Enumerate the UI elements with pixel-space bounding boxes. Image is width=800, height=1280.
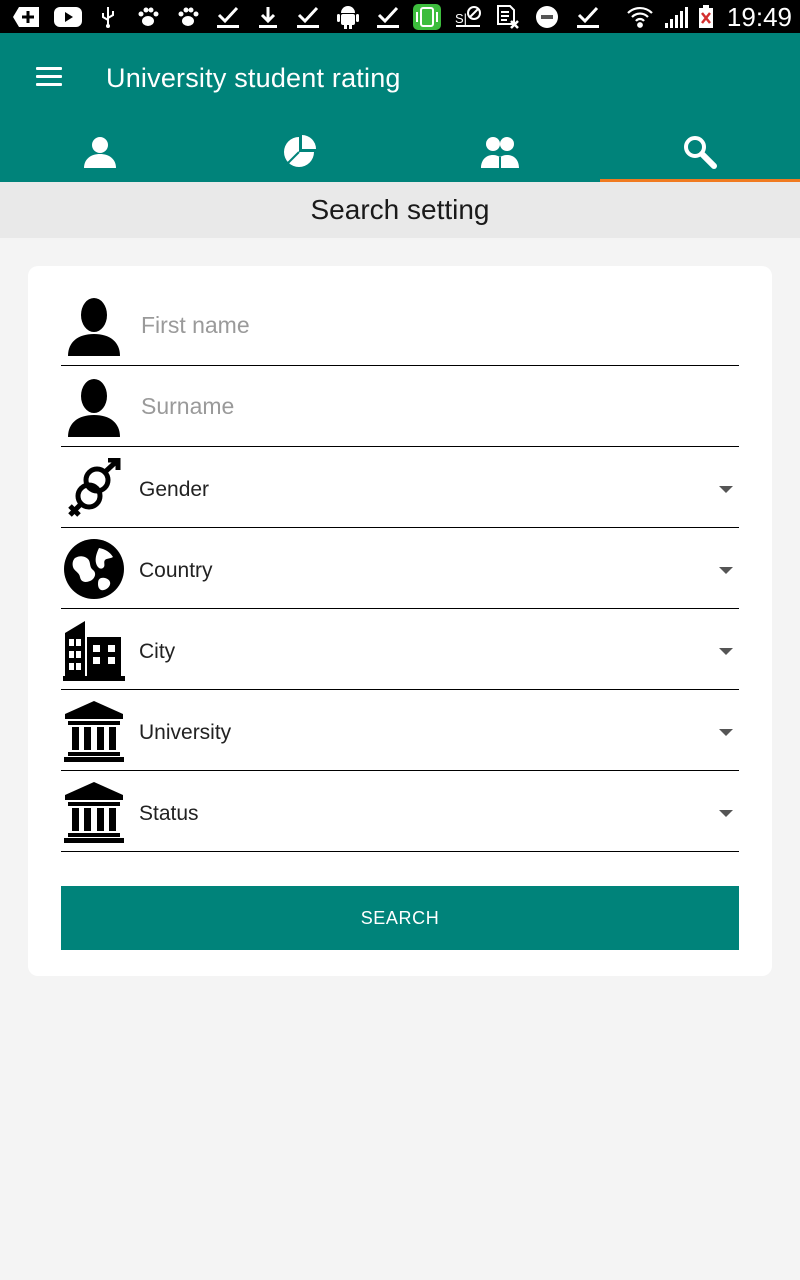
tab-profile[interactable] <box>0 121 200 182</box>
tab-search[interactable] <box>600 121 800 182</box>
check-icon <box>376 4 400 30</box>
surname-input[interactable] <box>141 386 731 426</box>
youtube-icon <box>53 4 83 30</box>
institution-icon <box>63 781 125 843</box>
check-icon <box>576 4 600 30</box>
gender-label: Gender <box>139 478 210 501</box>
screen-rotate-icon <box>413 4 441 30</box>
sim-x-icon <box>495 4 521 30</box>
nfc-icon: S| <box>453 4 483 30</box>
globe-icon <box>63 538 125 600</box>
download-icon <box>256 4 280 30</box>
section-header: Search setting <box>0 182 800 238</box>
people-icon <box>481 136 519 168</box>
check-icon <box>296 4 320 30</box>
chevron-down-icon <box>719 729 733 736</box>
android-icon <box>335 4 361 30</box>
plus-box-icon <box>12 4 42 30</box>
university-select[interactable]: University <box>61 690 739 771</box>
first-name-input[interactable] <box>141 305 731 345</box>
app-title: University student rating <box>106 63 401 93</box>
buildings-icon <box>63 619 125 681</box>
pie-chart-icon <box>284 134 316 167</box>
tab-bar <box>0 121 800 182</box>
tab-group[interactable] <box>400 121 600 182</box>
app-bar: University student rating <box>0 33 800 182</box>
svg-text:S|: S| <box>455 11 467 26</box>
status-select[interactable]: Status <box>61 771 739 852</box>
gender-select[interactable]: Gender <box>61 447 739 528</box>
search-button[interactable]: SEARCH <box>61 886 739 950</box>
chevron-down-icon <box>719 810 733 817</box>
gender-symbol-icon <box>63 457 125 519</box>
wifi-icon <box>626 4 654 30</box>
country-label: Country <box>139 559 213 582</box>
city-select[interactable]: City <box>61 609 739 690</box>
institution-icon <box>63 700 125 762</box>
city-label: City <box>139 640 176 663</box>
galaxy-icon <box>534 4 560 30</box>
status-label: Status <box>139 802 199 825</box>
first-name-row <box>61 285 739 366</box>
section-title: Search setting <box>310 194 490 225</box>
clock: 19:49 <box>726 2 792 32</box>
search-icon <box>684 135 717 169</box>
surname-row <box>61 366 739 447</box>
chevron-down-icon <box>719 648 733 655</box>
search-form-card: Gender Country <box>28 266 772 976</box>
status-bar: S| 19:49 <box>0 0 800 33</box>
battery-icon <box>697 4 715 30</box>
hamburger-menu-icon[interactable] <box>36 67 64 89</box>
tab-statistics[interactable] <box>200 121 400 182</box>
person-icon <box>84 136 116 168</box>
university-label: University <box>139 721 232 744</box>
chevron-down-icon <box>719 486 733 493</box>
paw-icon <box>175 4 201 30</box>
chevron-down-icon <box>719 567 733 574</box>
signal-icon <box>662 4 690 30</box>
country-select[interactable]: Country <box>61 528 739 609</box>
paw-icon <box>135 4 161 30</box>
check-icon <box>216 4 240 30</box>
person-silhouette-icon <box>63 295 125 357</box>
person-silhouette-icon <box>63 376 125 438</box>
usb-icon <box>97 4 119 30</box>
